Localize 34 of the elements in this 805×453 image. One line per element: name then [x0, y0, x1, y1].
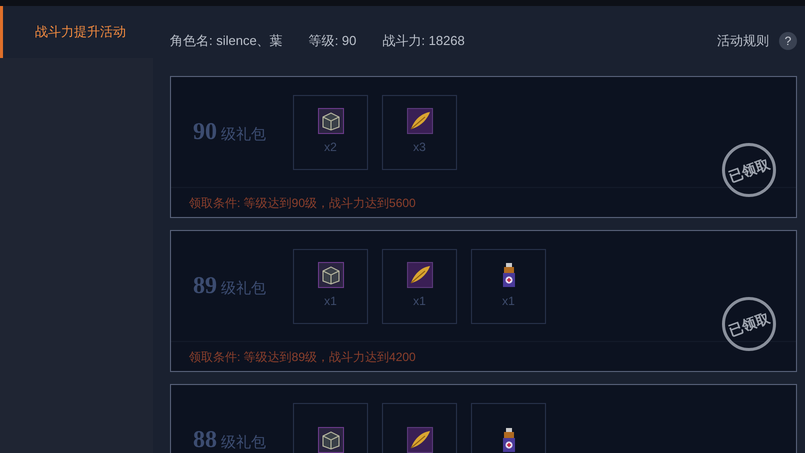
- reward-slot[interactable]: x1: [382, 248, 457, 324]
- feather-icon: [406, 262, 432, 288]
- chest-icon: [318, 262, 344, 288]
- character-name: 角色名: silence、葉: [170, 32, 283, 50]
- item-count: x3: [413, 139, 426, 156]
- pack-level-number: 90: [193, 118, 217, 147]
- item-count: x2: [324, 139, 337, 156]
- pack-level-number: 88: [193, 426, 217, 453]
- feather-icon: [406, 427, 432, 453]
- rules-link[interactable]: 活动规则: [717, 31, 769, 51]
- power-label: 战斗力: 18268: [382, 32, 465, 50]
- claimed-stamp: 已领取: [722, 297, 776, 351]
- claim-condition: 领取条件: 等级达到90级，战斗力达到5600: [189, 194, 416, 212]
- item-count: x1: [502, 293, 515, 310]
- reward-slot[interactable]: x3: [382, 94, 457, 170]
- claim-condition: 领取条件: 等级达到89级，战斗力达到4200: [189, 348, 416, 366]
- pack-level-number: 89: [193, 272, 217, 301]
- pack-title: 级礼包: [221, 433, 266, 453]
- reward-slot[interactable]: x2: [293, 94, 368, 170]
- potion-bottle-icon: [500, 427, 516, 453]
- sidebar-item[interactable]: 战斗力提升活动: [0, 6, 153, 58]
- chest-icon: [318, 427, 344, 453]
- feather-icon: [406, 108, 432, 134]
- help-icon[interactable]: ?: [779, 32, 797, 50]
- pack-title: 级礼包: [221, 279, 266, 299]
- claimed-stamp: 已领取: [722, 143, 776, 197]
- reward-slot[interactable]: x1: [293, 248, 368, 324]
- level-label: 等级: 90: [308, 32, 356, 50]
- pack-title: 级礼包: [221, 125, 266, 145]
- item-count: x1: [324, 293, 337, 310]
- item-count: x1: [413, 293, 426, 310]
- reward-slot[interactable]: x1: [471, 248, 546, 324]
- potion-bottle-icon: [500, 262, 516, 288]
- chest-icon: [318, 108, 344, 134]
